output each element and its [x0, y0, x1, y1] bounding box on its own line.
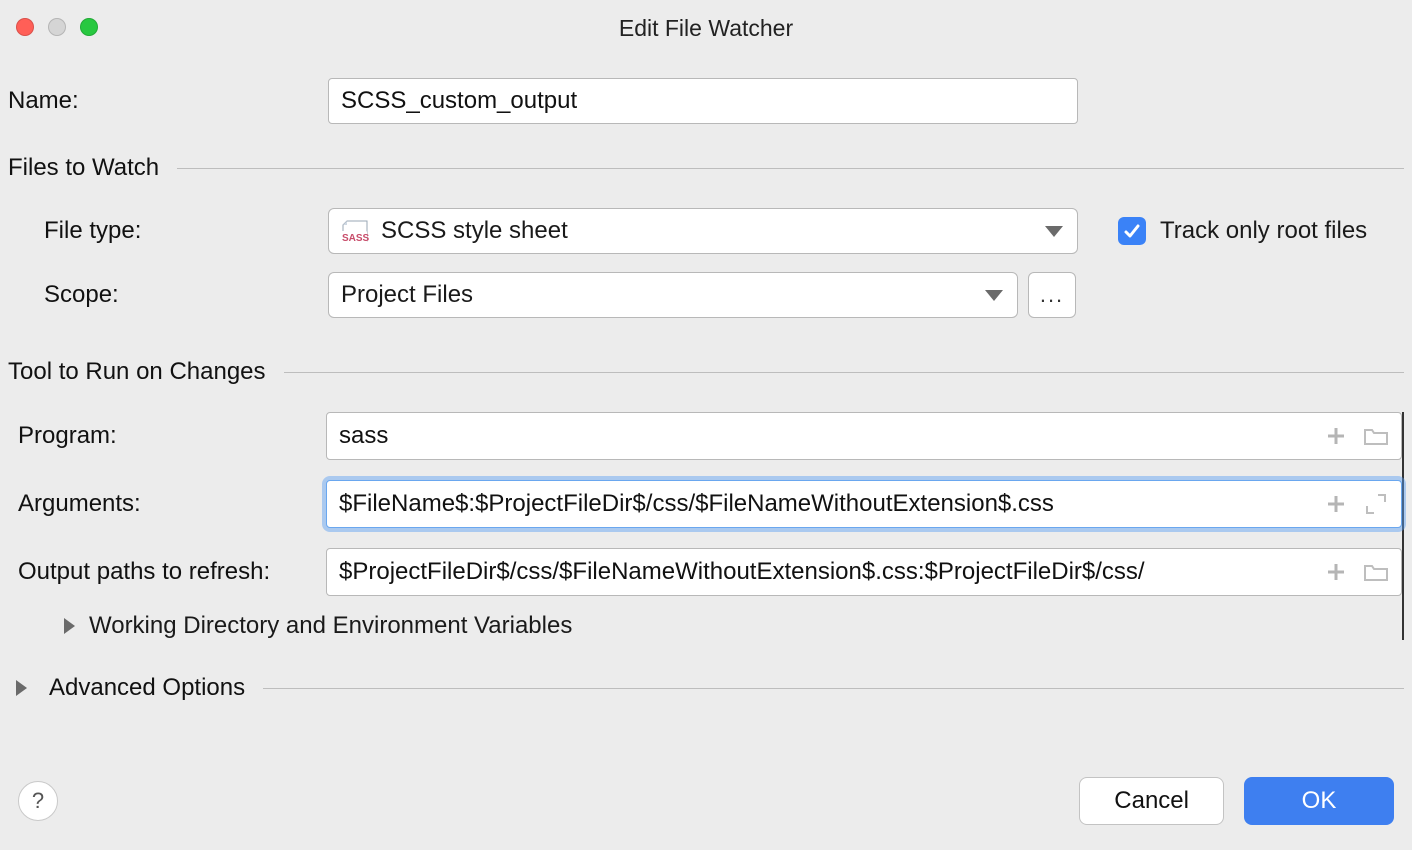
- title-bar: Edit File Watcher: [0, 0, 1412, 44]
- working-dir-expander[interactable]: Working Directory and Environment Variab…: [8, 612, 1402, 640]
- divider: [263, 688, 1404, 689]
- minimize-window-icon[interactable]: [48, 18, 66, 36]
- name-label: Name:: [8, 87, 328, 115]
- file-type-value: SCSS style sheet: [381, 217, 568, 245]
- help-icon: ?: [32, 788, 44, 814]
- sass-file-icon: SASS: [341, 220, 371, 242]
- ok-button[interactable]: OK: [1244, 777, 1394, 825]
- section-advanced-options[interactable]: Advanced Options: [8, 674, 1404, 702]
- section-tool-to-run: Tool to Run on Changes: [8, 358, 1404, 386]
- svg-text:SASS: SASS: [342, 233, 370, 243]
- window-title: Edit File Watcher: [619, 3, 793, 42]
- output-paths-label: Output paths to refresh:: [8, 558, 326, 586]
- arguments-input[interactable]: [339, 481, 1317, 527]
- ellipsis-icon: ...: [1040, 282, 1064, 308]
- insert-macro-icon[interactable]: [1323, 559, 1349, 585]
- file-type-combo[interactable]: SASS SCSS style sheet: [328, 208, 1078, 254]
- program-field[interactable]: [326, 412, 1402, 460]
- file-type-label: File type:: [8, 217, 328, 245]
- ok-button-label: OK: [1302, 787, 1337, 815]
- program-input[interactable]: [339, 413, 1317, 459]
- zoom-window-icon[interactable]: [80, 18, 98, 36]
- scope-combo[interactable]: Project Files: [328, 272, 1018, 318]
- cancel-button-label: Cancel: [1114, 787, 1189, 815]
- help-button[interactable]: ?: [18, 781, 58, 821]
- divider: [284, 372, 1404, 373]
- output-paths-field[interactable]: [326, 548, 1402, 596]
- arguments-field[interactable]: [326, 480, 1402, 528]
- section-files-to-watch: Files to Watch: [8, 154, 1404, 182]
- expand-right-icon: [16, 680, 27, 696]
- chevron-down-icon: [985, 281, 1003, 309]
- close-window-icon[interactable]: [16, 18, 34, 36]
- scope-label: Scope:: [8, 281, 328, 309]
- output-paths-input[interactable]: [339, 549, 1317, 595]
- scope-browse-button[interactable]: ...: [1028, 272, 1076, 318]
- dialog-footer: ? Cancel OK: [0, 770, 1412, 850]
- track-root-label: Track only root files: [1160, 217, 1367, 245]
- browse-folder-icon[interactable]: [1363, 423, 1389, 449]
- insert-macro-icon[interactable]: [1323, 491, 1349, 517]
- section-advanced-label: Advanced Options: [49, 674, 245, 702]
- program-label: Program:: [8, 422, 326, 450]
- expand-right-icon: [64, 618, 75, 634]
- section-tool-to-run-label: Tool to Run on Changes: [8, 358, 266, 386]
- chevron-down-icon: [1045, 217, 1063, 245]
- divider: [177, 168, 1404, 169]
- track-root-checkbox[interactable]: [1118, 217, 1146, 245]
- working-dir-label: Working Directory and Environment Variab…: [89, 612, 572, 640]
- arguments-label: Arguments:: [8, 490, 326, 518]
- insert-macro-icon[interactable]: [1323, 423, 1349, 449]
- expand-icon[interactable]: [1363, 491, 1389, 517]
- cancel-button[interactable]: Cancel: [1079, 777, 1224, 825]
- window-controls: [16, 18, 98, 36]
- browse-folder-icon[interactable]: [1363, 559, 1389, 585]
- scope-value: Project Files: [341, 281, 473, 309]
- section-files-to-watch-label: Files to Watch: [8, 154, 159, 182]
- name-input[interactable]: [328, 78, 1078, 124]
